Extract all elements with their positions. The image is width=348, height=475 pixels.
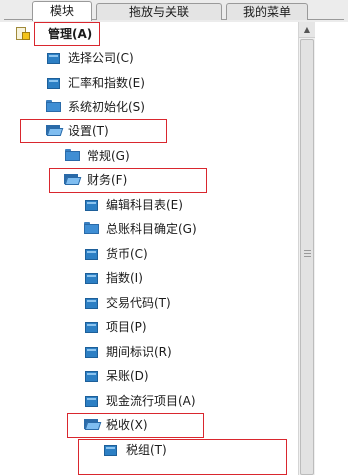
document-icon [47, 53, 60, 64]
right-gutter [315, 22, 348, 475]
scroll-up-button[interactable]: ▲ [299, 22, 315, 38]
tree-item-indexes[interactable]: 指数(I) [0, 268, 300, 288]
document-icon [85, 322, 98, 333]
tree-item-general[interactable]: 常规(G) [0, 146, 300, 166]
tree-item-label: 项目(P) [106, 320, 147, 334]
tree-item-label: 系统初始化(S) [68, 100, 145, 114]
highlight-box-tax [67, 413, 204, 438]
scrollbar-thumb[interactable] [300, 39, 314, 475]
tab-my-menu[interactable]: 我的菜单 [226, 3, 308, 20]
tree-item-gl-determination[interactable]: 总账科目确定(G) [0, 219, 300, 239]
highlight-box-financials [49, 168, 207, 193]
tree-item-label: 选择公司(C) [68, 51, 134, 65]
tree-item-projects[interactable]: 项目(P) [0, 317, 300, 337]
tree-item-exchange-rates[interactable]: 汇率和指数(E) [0, 73, 300, 93]
tree-item-currencies[interactable]: 货币(C) [0, 244, 300, 264]
folder-icon [65, 149, 80, 161]
tree-item-doubtful-debts[interactable]: 呆账(D) [0, 366, 300, 386]
highlight-box-tax-groups [78, 439, 287, 475]
tab-drag-and-relate[interactable]: 拖放与关联 [96, 3, 222, 20]
module-root-icon [16, 27, 30, 41]
folder-icon [84, 222, 99, 234]
tree-item-label: 交易代码(T) [106, 296, 171, 310]
tree-item-label: 总账科目确定(G) [106, 222, 197, 236]
tree-item-label: 货币(C) [106, 247, 148, 261]
document-icon [85, 249, 98, 260]
vertical-scrollbar[interactable]: ▲ [298, 22, 315, 475]
document-icon [85, 371, 98, 382]
document-icon [47, 78, 60, 89]
tree-item-label: 编辑科目表(E) [106, 198, 183, 212]
tree-item-chart-of-accounts[interactable]: 编辑科目表(E) [0, 195, 300, 215]
tree-item-select-company[interactable]: 选择公司(C) [0, 48, 300, 68]
module-tree: 管理(A) 选择公司(C) 汇率和指数(E) 系统初始化(S) 设置(T) 常规… [0, 22, 300, 475]
document-icon [85, 347, 98, 358]
folder-icon [46, 100, 61, 112]
document-icon [85, 298, 98, 309]
highlight-box-root [34, 22, 100, 46]
tab-bar: 模块 拖放与关联 我的菜单 [0, 0, 348, 22]
document-icon [85, 396, 98, 407]
tree-item-label: 指数(I) [106, 271, 143, 285]
tree-item-transaction-codes[interactable]: 交易代码(T) [0, 293, 300, 313]
tree-item-label: 期间标识(R) [106, 345, 172, 359]
document-icon [85, 273, 98, 284]
tree-item-label: 汇率和指数(E) [68, 76, 145, 90]
tree-item-label: 现金流行项目(A) [106, 394, 196, 408]
tree-item-label: 常规(G) [87, 149, 130, 163]
highlight-box-setup [20, 119, 167, 143]
tree-item-label: 呆账(D) [106, 369, 149, 383]
tab-modules[interactable]: 模块 [32, 1, 92, 21]
tree-item-system-init[interactable]: 系统初始化(S) [0, 97, 300, 117]
tree-item-period-indicators[interactable]: 期间标识(R) [0, 342, 300, 362]
tree-item-cash-flow-line-items[interactable]: 现金流行项目(A) [0, 391, 300, 411]
scrollbar-grip-icon [304, 250, 311, 258]
document-icon [85, 200, 98, 211]
